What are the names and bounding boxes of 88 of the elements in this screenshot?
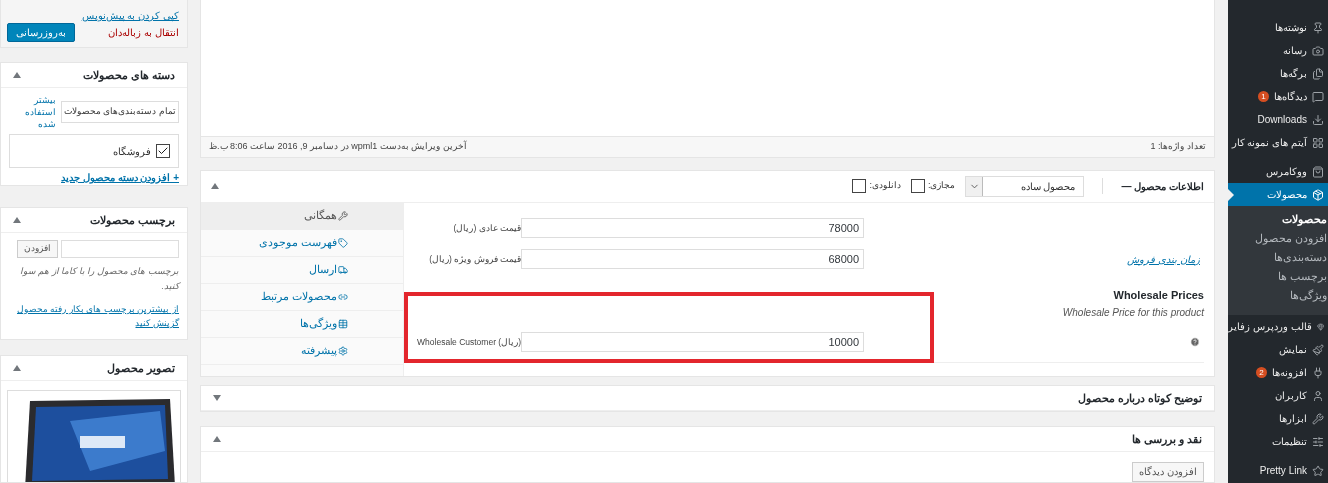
pages-icon [1312,67,1324,80]
box-title: نقد و بررسی ها [1131,431,1202,448]
box-icon [1312,188,1324,201]
product-data-tab[interactable]: ویژگی‌ها [201,310,403,338]
choose-tags-link[interactable]: از بیشترین برچسب های بکار رفته محصول گزینش کنید [9,302,179,330]
tag-input[interactable] [61,240,179,258]
wrench-icon [1312,412,1324,425]
box-title: برچسب محصولات [89,212,175,229]
menu-item[interactable]: آیتم های نمونه کار [1228,131,1328,154]
menu-item[interactable]: محصولات [1228,183,1328,206]
expand-icon[interactable] [213,395,221,402]
menu-item[interactable]: Pretty Link [1228,459,1328,482]
word-count: تعداد واژه‌ها: 1 [1150,140,1206,154]
menu-item[interactable]: قالب وردپرس زفایر [1228,315,1328,338]
collapse-icon[interactable] [13,217,21,223]
category-label: فروشگاه [113,144,151,159]
tag-hint: برچسب های محصول را با کاما از هم سوا کنید. [19,265,179,293]
section-heading: Wholesale Prices [1112,287,1204,303]
product-data-tab[interactable]: فهرست موجودی [201,229,403,257]
menu-item[interactable]: تنظیمات [1228,430,1328,453]
price-input[interactable]: 68000 [521,249,864,270]
submenu-item[interactable]: دسته‌بندی‌ها [1228,248,1328,267]
box-title: اطلاعات محصول — [1121,179,1204,194]
category-tab[interactable]: تمام دسته‌بندی‌های محصولات [61,101,179,123]
plug-icon [1312,366,1324,379]
product-type-select[interactable]: محصول ساده [965,175,1085,197]
camera-icon [1312,44,1324,57]
collapse-icon[interactable] [211,183,219,190]
category-tab[interactable]: بیشتر استفاده شده [9,94,56,130]
trash-link[interactable]: انتقال به زباله‌دان [108,25,179,40]
menu-item[interactable]: Downloads [1228,108,1328,131]
product-data-tab[interactable]: محصولات مرتبط [201,283,403,311]
speech-bubble-icon [1312,90,1324,103]
update-button[interactable]: به‌روزرسانی [7,23,75,42]
submenu-item[interactable]: برچسب ها [1228,267,1328,286]
menu-item[interactable]: نوشته‌ها [1228,16,1328,39]
last-edit-info: آخرین ویرایش به‌دست wpml1 در دسامبر 9, 2016 ساعت 8:06 ب.ظ [209,140,467,154]
price-input[interactable]: 78000 [521,218,864,239]
menu-item[interactable]: برگه‌ها [1228,62,1328,85]
submenu-item[interactable]: افزودن محصول [1228,229,1328,248]
field-label: قیمت عادی (ریال) [453,221,521,235]
truck-icon [338,264,348,275]
paintbrush-icon [1312,343,1324,356]
checkbox[interactable] [852,179,867,194]
product-data-tab[interactable]: همگانی [201,202,403,230]
user-icon [1312,389,1324,402]
collapse-icon[interactable] [13,365,21,371]
checkbox[interactable] [910,179,925,194]
product-data-tab[interactable]: ارسال [201,256,403,284]
download-icon [1312,113,1324,126]
checkbox[interactable] [156,144,170,158]
count-badge: 2 [1256,367,1267,378]
menu-item[interactable]: کاربران [1228,384,1328,407]
option-label: دانلودی: [869,179,901,193]
bag-icon [1312,165,1324,178]
help-icon [1190,337,1200,348]
wrench-icon [338,210,348,221]
pushpin-icon [1312,21,1324,34]
gear-icon [338,345,348,356]
count-badge: 1 [1258,91,1269,102]
add-category-link[interactable]: + افزودن دسته محصول جدید [9,170,179,185]
add-tag-button[interactable]: افزودن [17,240,58,258]
collapse-icon[interactable] [213,436,221,442]
collapse-icon[interactable] [13,72,21,78]
option-label: مجازی: [927,179,956,193]
menu-item[interactable]: نمایش [1228,338,1328,361]
copy-to-draft-link[interactable]: کپی کردن به پیش‌نویس [9,9,179,23]
add-comment-button[interactable]: افزودن دیدگاه [1132,461,1204,482]
box-title: دسته های محصولات [82,67,175,84]
schedule-link[interactable]: زمان بندی فروش [1127,251,1204,267]
box-title: توضیح کوتاه درباره محصول [1077,391,1202,407]
price-input[interactable]: 10000 [521,332,864,353]
field-label: (ریال) Wholesale Customer [417,335,521,349]
section-description: Wholesale Price for this product [1061,305,1204,320]
submenu-item[interactable]: ویژگی‌ها [1228,286,1328,305]
link-icon [338,291,348,302]
grid-icon [1312,136,1324,149]
product-data-tab[interactable]: پیشرفته [201,337,403,365]
field-label: قیمت فروش ویژه (ریال) [429,252,521,266]
table-icon [338,318,348,329]
star-icon [1312,464,1324,477]
submenu-item[interactable]: محصولات [1228,210,1328,229]
tag-icon [338,237,348,248]
sliders-icon [1312,435,1324,448]
menu-item[interactable]: رسانه [1228,39,1328,62]
box-title: تصویر محصول [106,360,175,377]
menu-item[interactable]: ابزارها [1228,407,1328,430]
menu-item[interactable]: ووکامرس [1228,160,1328,183]
